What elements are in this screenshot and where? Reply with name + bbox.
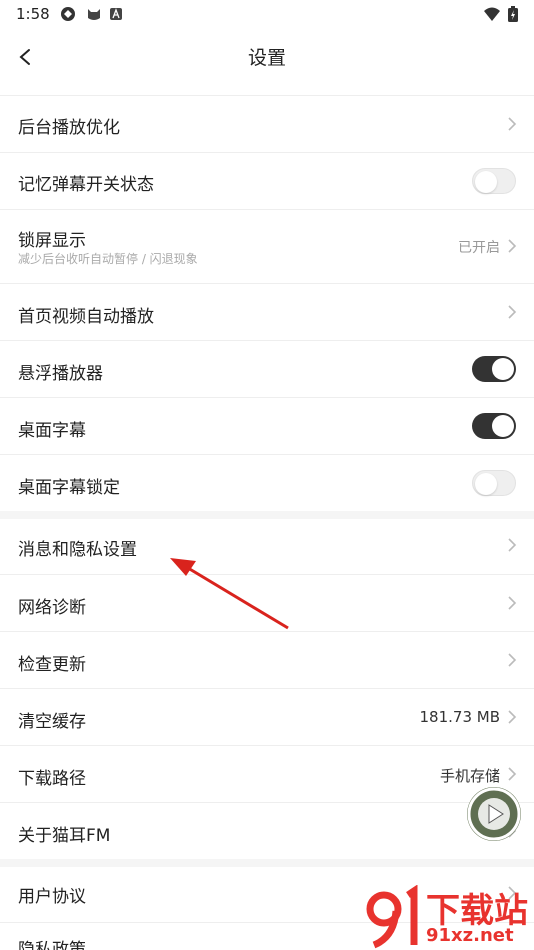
watermark: 下载站 91xz.net <box>362 885 534 950</box>
annotation-arrow <box>170 558 289 630</box>
watermark-logo-icon <box>366 885 418 949</box>
watermark-domain: 91xz.net <box>426 925 514 946</box>
